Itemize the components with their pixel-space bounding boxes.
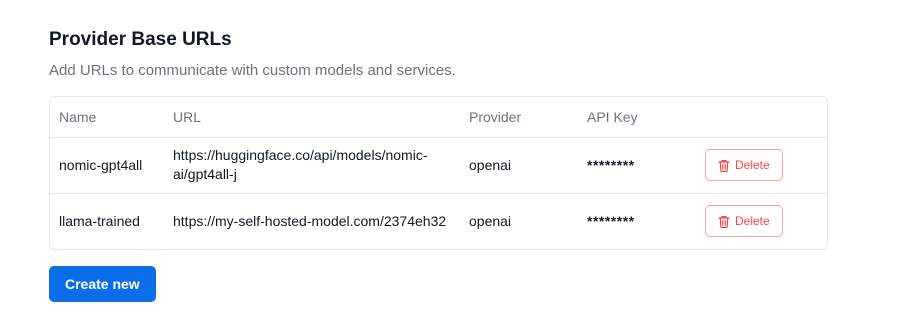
row-api-key: ******** (587, 156, 635, 173)
section-title: Provider Base URLs (49, 29, 232, 50)
column-header-actions (696, 97, 827, 138)
create-new-button[interactable]: Create new (49, 266, 156, 302)
delete-button-label: Delete (735, 214, 770, 229)
row-name: llama-trained (50, 192, 164, 249)
row-url: https://huggingface.co/api/models/nomic-… (173, 147, 428, 182)
delete-button[interactable]: Delete (705, 205, 783, 238)
row-name: nomic-gpt4all (59, 156, 143, 173)
trash-icon (718, 215, 730, 228)
row-actions: Delete (696, 192, 827, 249)
row-provider: openai (469, 156, 512, 173)
table-header-row: Name URL Provider API Key (50, 97, 827, 138)
column-header-url: URL (164, 97, 460, 138)
section-subtitle: Add URLs to communicate with custom mode… (49, 62, 456, 79)
delete-button-label: Delete (735, 158, 770, 172)
column-header-provider: Provider (460, 97, 578, 138)
row-api-key: ******** (578, 192, 696, 249)
provider-urls-table: Name URL Provider API Key nomic-gpt4all … (49, 96, 828, 250)
row-actions: Delete (696, 137, 827, 193)
delete-button[interactable]: Delete (705, 149, 783, 181)
column-header-api-key: API Key (578, 97, 696, 138)
table-row: llama-trained https://my-self-hosted-mod… (50, 192, 827, 249)
provider-base-urls-section: Provider Base URLs Add URLs to communica… (49, 28, 828, 302)
row-provider: openai (460, 192, 578, 249)
table-row: nomic-gpt4all https://huggingface.co/api… (50, 137, 827, 193)
trash-icon (718, 159, 730, 172)
column-header-name: Name (50, 97, 164, 138)
row-url: https://my-self-hosted-model.com/2374eh3… (164, 192, 460, 249)
